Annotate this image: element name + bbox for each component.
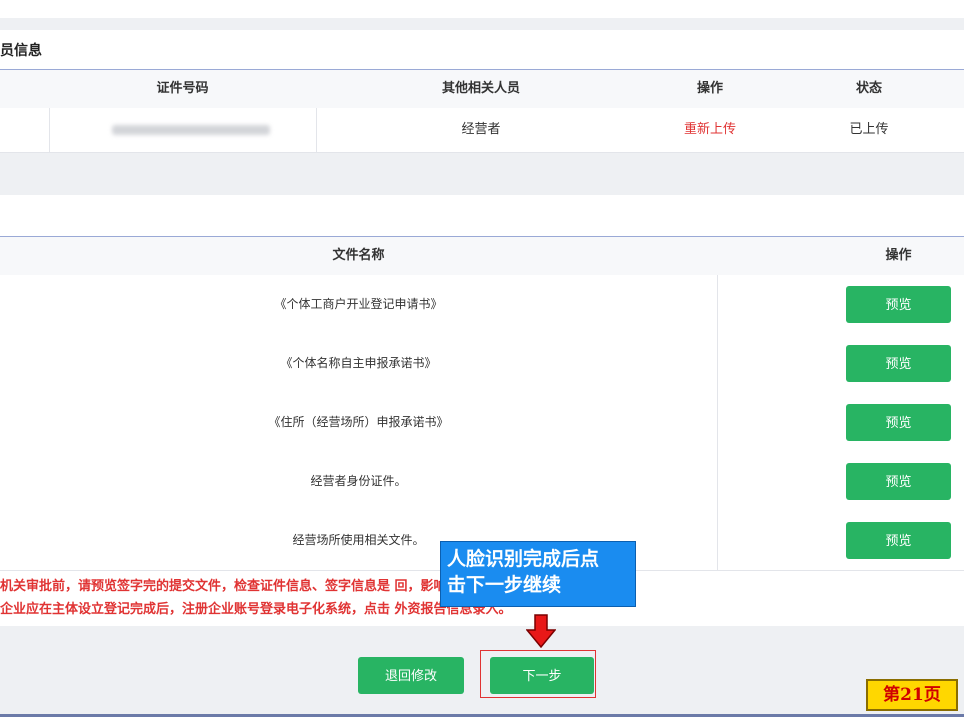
notice-line-1: 机关审批前，请预览签字完的提交文件，检查证件信息、签字信息是 回，影响办理进度。 xyxy=(0,579,512,594)
column-divider xyxy=(717,393,718,452)
status-cell: 已上传 xyxy=(849,122,889,137)
file-row: 《个体名称自主申报承诺书》 预览 xyxy=(0,334,964,394)
callout-line-1: 人脸识别完成后点 xyxy=(447,548,600,570)
preview-button[interactable]: 预览 xyxy=(846,345,951,382)
related-person-cell: 经营者 xyxy=(461,122,501,137)
redacted-id-number xyxy=(112,125,270,135)
section2-table-header: 文件名称 操作 xyxy=(0,237,964,276)
section1-table-header: 证件号码 其他相关人员 操作 状态 xyxy=(0,70,964,109)
file-row: 《个体工商户开业登记申请书》 预览 xyxy=(0,275,964,335)
section1-title: 员信息 xyxy=(0,43,42,59)
preview-button[interactable]: 预览 xyxy=(846,522,951,559)
callout-line-2: 击下一步继续 xyxy=(447,574,562,596)
header-status: 状态 xyxy=(855,81,882,96)
header-id-number: 证件号码 xyxy=(156,81,209,96)
file-name: 《个体工商户开业登记申请书》 xyxy=(274,297,443,311)
column-divider xyxy=(717,511,718,570)
back-modify-button[interactable]: 退回修改 xyxy=(358,657,464,694)
file-name: 经营者身份证件。 xyxy=(310,474,407,488)
header-file-action: 操作 xyxy=(885,248,912,263)
file-row: 经营者身份证件。 预览 xyxy=(0,452,964,512)
table-row: 经营者 重新上传 已上传 xyxy=(0,108,964,153)
column-divider xyxy=(49,108,50,152)
preview-button[interactable]: 预览 xyxy=(846,404,951,441)
column-divider xyxy=(717,275,718,334)
preview-button[interactable]: 预览 xyxy=(846,463,951,500)
reupload-link[interactable]: 重新上传 xyxy=(646,108,774,152)
arrow-down-icon xyxy=(526,614,556,648)
column-divider xyxy=(717,452,718,511)
next-step-button[interactable]: 下一步 xyxy=(490,657,594,694)
file-row: 《住所（经营场所）申报承诺书》 预览 xyxy=(0,393,964,453)
section1-header: 员信息 xyxy=(0,30,964,70)
header-action: 操作 xyxy=(696,81,723,96)
header-file-name: 文件名称 xyxy=(332,248,385,263)
instruction-callout: 人脸识别完成后点 击下一步继续 xyxy=(440,541,636,607)
preview-button[interactable]: 预览 xyxy=(846,286,951,323)
notice-line-2: 企业应在主体设立登记完成后，注册企业账号登录电子化系统，点击 外资报告信息录入。 xyxy=(0,602,512,617)
page-number-badge: 第21页 xyxy=(866,679,958,711)
file-name: 《个体名称自主申报承诺书》 xyxy=(280,356,437,370)
file-name: 《住所（经营场所）申报承诺书》 xyxy=(268,415,449,429)
header-related-persons: 其他相关人员 xyxy=(441,81,520,96)
section2-header xyxy=(0,195,964,237)
top-strip xyxy=(0,0,964,18)
column-divider xyxy=(717,334,718,393)
